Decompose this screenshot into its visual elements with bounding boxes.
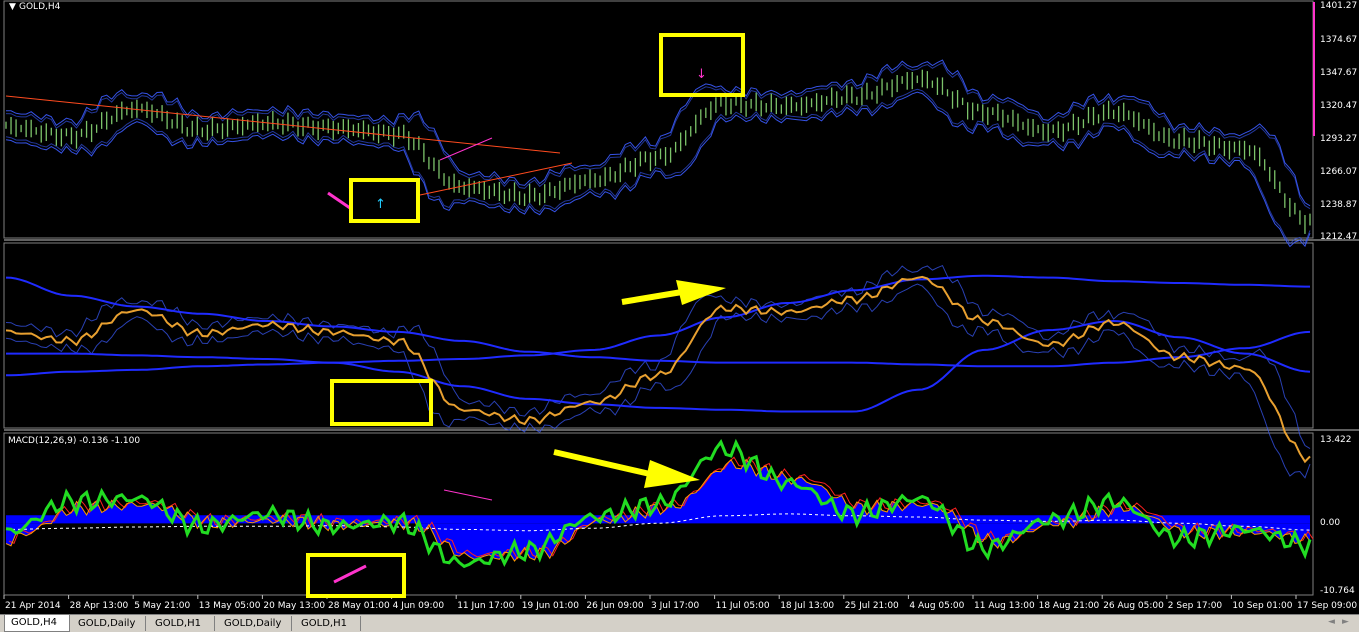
time-tick-label: 13 May 05:00 [199, 601, 261, 611]
tab-gold-h1[interactable]: GOLD,H1 [295, 616, 361, 631]
tab-gold-daily[interactable]: GOLD,Daily [72, 616, 146, 631]
time-tick-label: 28 Apr 13:00 [70, 601, 129, 611]
time-tick-label: 26 Jun 09:00 [586, 601, 643, 611]
buy-arrow-icon[interactable]: ↑ [375, 197, 386, 212]
close-line [5, 275, 1311, 464]
y-tick-label: 1320.47 [1320, 101, 1357, 111]
chart-tab-bar: GOLD,H4 GOLD,Daily GOLD,H1 GOLD,Daily GO… [0, 614, 1359, 632]
trendline[interactable] [327, 191, 351, 210]
bollinger-band [5, 62, 1311, 210]
time-tick-label: 18 Aug 21:00 [1039, 601, 1100, 611]
bollinger-band [5, 88, 1311, 245]
macd-series-layer [5, 438, 1314, 569]
time-tick-label: 21 Apr 2014 [5, 601, 61, 611]
bollinger-band [6, 59, 1311, 207]
trendline[interactable] [333, 564, 367, 584]
price-axis[interactable]: 1401.27 1374.67 1347.67 1320.47 1293.27 … [1320, 1, 1357, 242]
y-tick-label: 1374.67 [1320, 35, 1357, 45]
y-tick-label: 13.422 [1320, 435, 1352, 445]
time-tick-label: 26 Aug 05:00 [1103, 601, 1164, 611]
y-tick-label: 0.00 [1320, 518, 1340, 528]
chart-canvas[interactable]: ▼ GOLD,H4 MACD(12,26,9) -0.136 -1.100 14… [0, 0, 1359, 614]
tab-gold-h4[interactable]: GOLD,H4 [4, 615, 70, 632]
bollinger-band [5, 91, 1311, 248]
y-tick-label: 1238.87 [1320, 200, 1357, 210]
price-series-layer [5, 59, 1311, 248]
price-pane-title: GOLD,H4 [19, 2, 61, 12]
time-tick-label: 17 Sep 09:00 [1297, 601, 1357, 611]
time-tick-label: 11 Jul 05:00 [716, 601, 770, 611]
tab-scroll-left-icon[interactable]: ◄ [1328, 617, 1335, 627]
time-tick-label: 11 Jun 17:00 [457, 601, 514, 611]
pane-menu-icon[interactable]: ▼ [9, 2, 16, 12]
tab-gold-h1[interactable]: GOLD,H1 [149, 616, 215, 631]
time-axis[interactable]: 21 Apr 2014 28 Apr 13:00 5 May 21:00 13 May… [3, 595, 1357, 611]
tab-gold-daily[interactable]: GOLD,Daily [218, 616, 292, 631]
macd-line [5, 438, 1312, 569]
trendline[interactable] [443, 489, 493, 501]
y-tick-label: 1401.27 [1320, 1, 1357, 11]
time-tick-label: 4 Jun 09:00 [393, 601, 445, 611]
annotation-arrow [621, 280, 726, 305]
tab-scroll-right-icon[interactable]: ► [1342, 617, 1349, 627]
time-tick-label: 4 Aug 05:00 [909, 601, 964, 611]
time-tick-label: 18 Jul 13:00 [780, 601, 834, 611]
time-tick-label: 10 Sep 01:00 [1232, 601, 1292, 611]
sell-arrow-icon[interactable]: ↓ [696, 67, 707, 82]
macd-axis[interactable]: 13.422 0.00 -10.764 [1320, 435, 1355, 596]
time-tick-label: 3 Jul 17:00 [651, 601, 700, 611]
annotation-arrow [553, 449, 700, 488]
y-tick-label: 1212.47 [1320, 232, 1357, 242]
y-tick-label: 1347.67 [1320, 68, 1357, 78]
time-tick-label: 28 May 01:00 [328, 601, 390, 611]
time-tick-label: 19 Jun 01:00 [522, 601, 579, 611]
macd-pane-title: MACD(12,26,9) -0.136 -1.100 [8, 436, 140, 446]
y-tick-label: 1266.07 [1320, 167, 1357, 177]
time-tick-label: 5 May 21:00 [134, 601, 190, 611]
y-tick-label: 1293.27 [1320, 134, 1357, 144]
highlight-box [306, 553, 406, 598]
time-tick-label: 25 Jul 21:00 [845, 601, 899, 611]
time-tick-label: 2 Sep 17:00 [1168, 601, 1223, 611]
time-tick-label: 11 Aug 13:00 [974, 601, 1035, 611]
highlight-box [330, 379, 433, 426]
time-tick-label: 20 May 13:00 [263, 601, 325, 611]
y-tick-label: -10.764 [1320, 586, 1355, 596]
